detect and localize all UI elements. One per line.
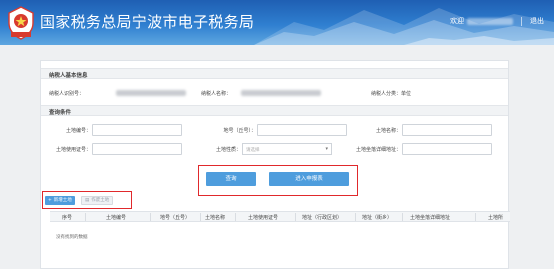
trash-icon: ▤ bbox=[85, 198, 90, 203]
column-divider bbox=[355, 213, 356, 221]
welcome-label: 欢迎 bbox=[450, 17, 464, 25]
land-nature-label: 土地性质： bbox=[215, 147, 241, 153]
page-title: 国家税务总局宁波市电子税务局 bbox=[40, 13, 255, 31]
column-divider bbox=[235, 213, 236, 221]
col-header: 地址（街乡） bbox=[362, 215, 393, 221]
search-button[interactable]: 查询 bbox=[206, 172, 256, 186]
void-land-button[interactable]: ▤ 作废土地 bbox=[81, 196, 114, 205]
column-divider bbox=[150, 213, 151, 221]
land-cert-label: 土地使用证号： bbox=[55, 147, 91, 153]
taxpayer-id-redacted bbox=[116, 90, 186, 96]
col-header: 序号 bbox=[62, 215, 73, 221]
chevron-down-icon: ▾ bbox=[325, 146, 328, 152]
app-header: 国家税务总局宁波市电子税务局 欢迎 退出 bbox=[0, 0, 554, 45]
column-divider bbox=[295, 213, 296, 221]
col-header: 土地名称 bbox=[205, 215, 226, 221]
logout-link[interactable]: 退出 bbox=[530, 16, 544, 26]
land-name-input[interactable] bbox=[402, 124, 492, 136]
land-cert-input[interactable] bbox=[92, 143, 182, 155]
enter-declaration-button[interactable]: 进入申报表 bbox=[269, 172, 349, 186]
land-nature-placeholder: 请选择 bbox=[246, 148, 260, 153]
column-divider bbox=[200, 213, 201, 221]
empty-table-message: 没有找到的数据 bbox=[56, 235, 88, 240]
user-area: 欢迎 退出 bbox=[450, 16, 544, 26]
void-land-label: 作废土地 bbox=[91, 198, 110, 203]
land-nature-select[interactable]: 请选择 ▾ bbox=[242, 143, 332, 155]
col-header: 地址（行政区划） bbox=[302, 215, 343, 221]
taxpayer-id-label: 纳税人识别号： bbox=[49, 91, 85, 97]
column-divider bbox=[85, 213, 86, 221]
taxpayer-info-section-header: 纳税人基本信息 bbox=[41, 68, 508, 79]
land-no-label: 土地编号： bbox=[65, 128, 91, 134]
section-title: 查询条件 bbox=[49, 110, 72, 116]
land-no-input[interactable] bbox=[92, 124, 182, 136]
taxpayer-name-label: 纳税人名称： bbox=[201, 91, 232, 97]
username-redacted bbox=[467, 17, 513, 25]
parcel-no-label: 地号（丘号）： bbox=[223, 128, 256, 134]
col-header: 地号（丘号） bbox=[160, 215, 191, 221]
taxpayer-category-value: 单位 bbox=[401, 91, 412, 97]
col-header: 土地编号 bbox=[106, 215, 127, 221]
taxpayer-category-label: 纳税人分类： bbox=[371, 91, 402, 97]
tax-bureau-logo-icon bbox=[8, 6, 34, 40]
welcome-text: 欢迎 bbox=[450, 16, 513, 26]
col-header: 土地使用证号 bbox=[248, 215, 279, 221]
col-header: 土地坐落详细地址 bbox=[410, 215, 451, 221]
query-section-header: 查询条件 bbox=[41, 105, 508, 116]
parcel-no-input[interactable] bbox=[257, 124, 347, 136]
add-land-label: 新增土地 bbox=[53, 198, 72, 203]
main-panel: 纳税人基本信息 纳税人识别号： 纳税人名称： 纳税人分类： 单位 查询条件 土地… bbox=[40, 60, 510, 269]
col-header: 土地所 bbox=[488, 215, 504, 221]
column-divider bbox=[402, 213, 403, 221]
header-divider bbox=[521, 16, 522, 26]
land-name-label: 土地名称： bbox=[375, 128, 401, 134]
land-address-label: 土地坐落详细地址： bbox=[355, 147, 401, 153]
table-header: 序号 土地编号 地号（丘号） 土地名称 土地使用证号 地址（行政区划） 地址（街… bbox=[50, 211, 510, 222]
section-title: 纳税人基本信息 bbox=[49, 73, 88, 79]
column-divider bbox=[475, 213, 476, 221]
add-land-button[interactable]: + 新增土地 bbox=[45, 196, 75, 205]
land-address-input[interactable] bbox=[402, 143, 492, 155]
taxpayer-name-redacted bbox=[241, 90, 321, 96]
plus-icon: + bbox=[48, 198, 52, 203]
